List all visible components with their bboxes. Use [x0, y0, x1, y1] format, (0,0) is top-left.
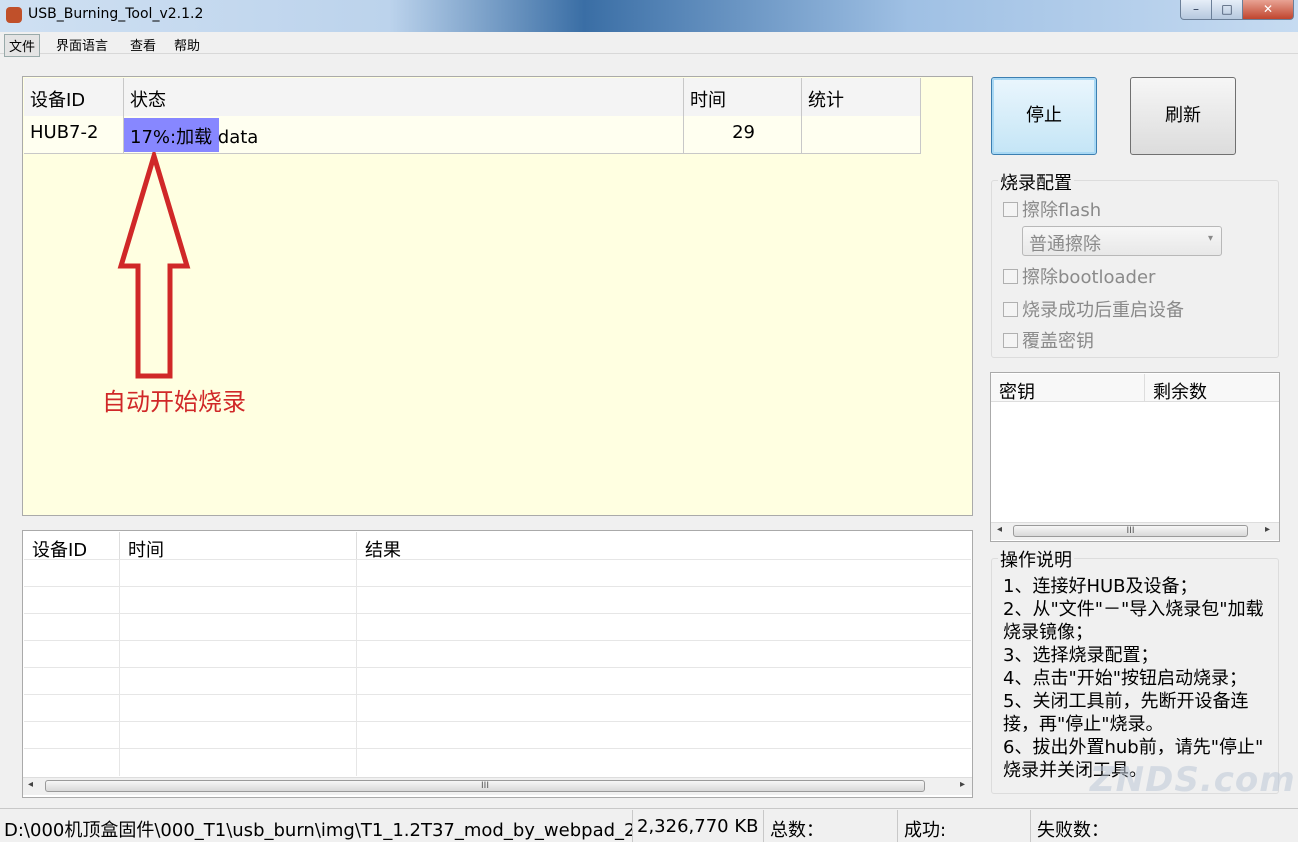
checkbox-icon — [1003, 269, 1018, 284]
col-header-status[interactable]: 状态 — [124, 78, 684, 118]
reboot-after-label: 烧录成功后重启设备 — [1022, 300, 1184, 321]
instruction-line: 接，再"停止"烧录。 — [1003, 714, 1164, 735]
instruction-line: 3、选择烧录配置； — [1003, 645, 1159, 666]
erase-bootloader-label: 擦除bootloader — [1022, 267, 1156, 288]
instruction-line: 6、拔出外置hub前，请先"停止" — [1003, 737, 1264, 758]
chevron-down-icon: ▾ — [1207, 233, 1213, 244]
erase-flash-label: 擦除flash — [1022, 200, 1102, 221]
watermark-logo: ZNDS.com — [1090, 760, 1296, 800]
scroll-left-icon[interactable]: ◂ — [28, 779, 33, 790]
col-header-time[interactable]: 时间 — [684, 78, 802, 118]
overwrite-key-label: 覆盖密钥 — [1022, 331, 1094, 352]
instruction-line: 烧录镜像； — [1003, 622, 1093, 643]
result-row-line — [24, 721, 971, 722]
result-log-panel — [22, 530, 973, 798]
window-title: USB_Burning_Tool_v2.1.2 — [28, 6, 204, 22]
scroll-thumb[interactable]: III — [1013, 525, 1248, 537]
progress-text: 17%:加载 data — [130, 127, 259, 148]
device-id-cell[interactable]: HUB7-2 — [24, 116, 124, 154]
result-col-header-time[interactable]: 时间 — [120, 532, 357, 561]
remaining-col-header[interactable]: 剩余数 — [1145, 374, 1279, 403]
erase-mode-select[interactable]: 普通擦除 ▾ — [1022, 226, 1222, 256]
checkbox-icon — [1003, 202, 1018, 217]
annotation-label: 自动开始烧录 — [102, 388, 246, 416]
result-row-line — [24, 586, 971, 587]
status-success: 成功: — [904, 820, 947, 841]
overwrite-key-checkbox[interactable]: 覆盖密钥 — [1003, 327, 1094, 353]
erase-mode-value: 普通擦除 — [1029, 234, 1101, 255]
burn-config-title: 烧录配置 — [998, 169, 1074, 195]
refresh-button[interactable]: 刷新 — [1130, 77, 1236, 155]
status-file-size: 2,326,770 KB — [637, 816, 759, 837]
status-separator — [763, 810, 764, 842]
reboot-after-checkbox[interactable]: 烧录成功后重启设备 — [1003, 296, 1184, 322]
device-stats-cell[interactable] — [802, 116, 921, 154]
result-row-line — [24, 559, 971, 560]
close-button[interactable]: ✕ — [1242, 0, 1294, 20]
result-row-line — [24, 613, 971, 614]
result-col-header-result[interactable]: 结果 — [357, 532, 971, 561]
instruction-line: 4、点击"开始"按钮启动烧录； — [1003, 668, 1248, 689]
instructions-title: 操作说明 — [998, 546, 1074, 572]
result-row-line — [24, 748, 971, 749]
minimize-button[interactable]: – — [1180, 0, 1212, 20]
scroll-thumb[interactable]: III — [45, 780, 925, 792]
erase-bootloader-checkbox[interactable]: 擦除bootloader — [1003, 263, 1155, 289]
device-time-cell[interactable]: 29 — [684, 116, 802, 154]
status-separator — [1030, 810, 1031, 842]
status-file-path: D:\000机顶盒固件\000_T1\usb_burn\img\T1_1.2T3… — [4, 820, 632, 841]
stop-button[interactable]: 停止 — [991, 77, 1097, 155]
result-row-line — [24, 667, 971, 668]
col-header-device-id[interactable]: 设备ID — [24, 78, 124, 118]
erase-flash-checkbox[interactable]: 擦除flash — [1003, 196, 1101, 222]
status-separator — [897, 810, 898, 842]
status-separator — [632, 810, 633, 842]
result-row-line — [24, 694, 971, 695]
instruction-line: 1、连接好HUB及设备； — [1003, 576, 1198, 597]
result-col-divider — [356, 560, 357, 776]
menu-language[interactable]: 界面语言 — [52, 34, 112, 55]
scroll-right-icon[interactable]: ▸ — [1265, 524, 1270, 535]
maximize-button[interactable]: □ — [1211, 0, 1243, 20]
checkbox-icon — [1003, 302, 1018, 317]
app-icon — [6, 7, 22, 23]
instruction-line: 2、从"文件"－"导入烧录包"加载 — [1003, 599, 1264, 620]
status-total: 总数： — [770, 820, 824, 841]
menu-help[interactable]: 帮助 — [170, 34, 204, 55]
result-col-header-device-id[interactable]: 设备ID — [24, 532, 120, 561]
up-arrow-annotation — [117, 152, 191, 379]
checkbox-icon — [1003, 333, 1018, 348]
result-row-line — [24, 640, 971, 641]
status-fail: 失败数： — [1037, 820, 1109, 841]
key-col-header[interactable]: 密钥 — [991, 374, 1145, 403]
col-header-stats[interactable]: 统计 — [802, 78, 921, 118]
scroll-right-icon[interactable]: ▸ — [960, 779, 965, 790]
scroll-left-icon[interactable]: ◂ — [997, 524, 1002, 535]
menu-view[interactable]: 查看 — [126, 34, 160, 55]
result-col-divider — [119, 560, 120, 776]
menu-file[interactable]: 文件 — [4, 34, 41, 57]
instruction-line: 5、关闭工具前，先断开设备连 — [1003, 691, 1249, 712]
